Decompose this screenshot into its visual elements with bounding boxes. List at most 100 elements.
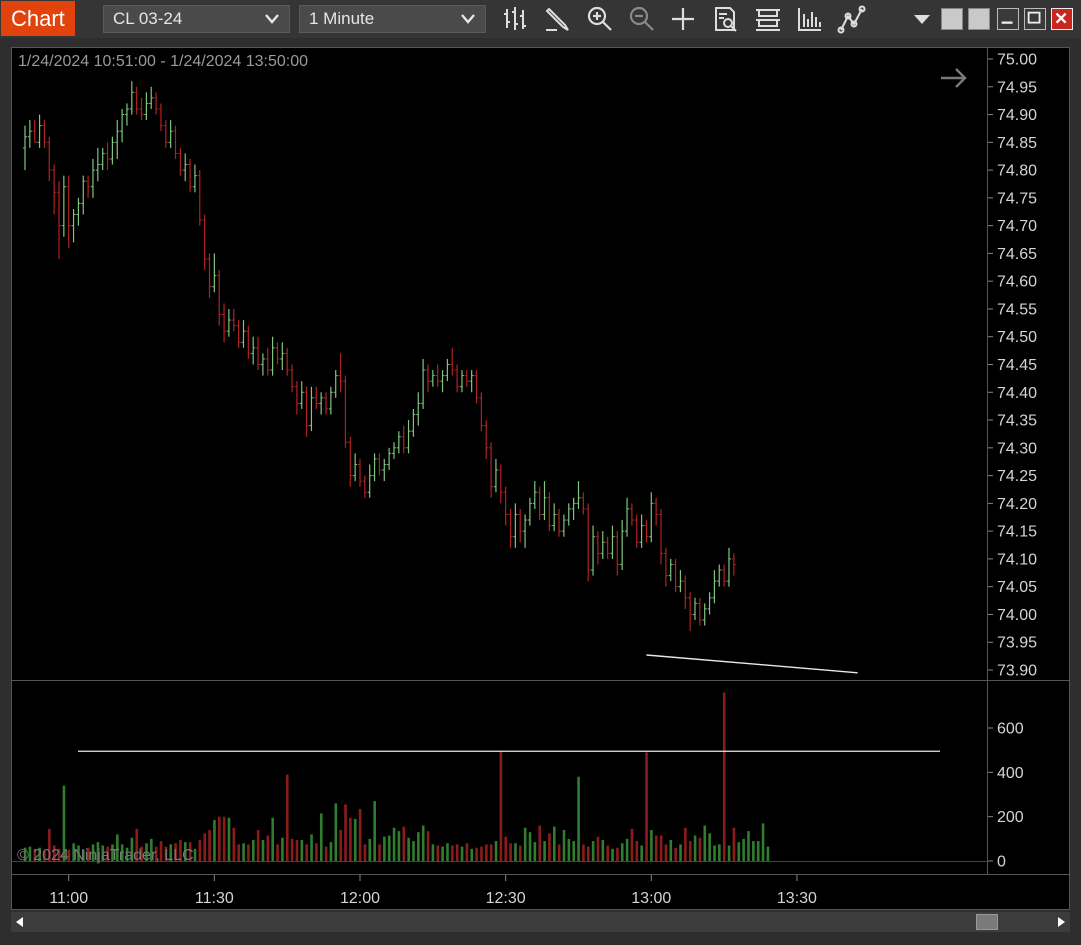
price-bar (256, 336, 261, 371)
volume-bar (718, 844, 721, 861)
price-bar (591, 525, 596, 576)
volume-bar (523, 827, 527, 861)
price-bar (450, 347, 455, 376)
volume-axis-label: 200 (997, 809, 1024, 826)
volume-bar (431, 844, 435, 861)
price-bar (265, 347, 270, 376)
volume-bar (271, 817, 275, 861)
price-bar (401, 425, 406, 454)
volume-bar (684, 827, 687, 861)
price-bar (76, 197, 81, 226)
price-bar (23, 125, 27, 171)
price-bar (697, 597, 702, 626)
price-bar (513, 503, 518, 548)
price-bar (168, 120, 173, 148)
price-bar (421, 358, 426, 409)
volume-bar (441, 846, 444, 861)
price-bar (241, 320, 246, 348)
time-axis-label: 12:30 (486, 890, 526, 907)
price-bar (61, 175, 66, 237)
price-bar (634, 514, 639, 548)
price-bar (197, 170, 202, 226)
volume-bar (247, 844, 250, 861)
volume-axis-label: 600 (997, 721, 1024, 738)
volume-bar (620, 843, 624, 861)
volume-bar (315, 843, 318, 861)
price-bar (649, 492, 654, 543)
volume-bar (300, 839, 304, 861)
price-bar (154, 92, 159, 115)
price-bar (183, 153, 188, 182)
price-bar (178, 147, 183, 176)
price-bar (503, 486, 508, 526)
price-bar (319, 392, 324, 415)
price-bar (27, 120, 32, 148)
scroll-right-icon[interactable] (1054, 915, 1068, 929)
volume-bar (305, 844, 308, 861)
price-bar (610, 525, 615, 559)
price-bar (314, 386, 319, 409)
volume-bar (417, 832, 420, 861)
price-bar (440, 370, 445, 393)
price-bar (566, 503, 571, 526)
price-bar (688, 592, 693, 632)
price-axis-label: 73.90 (997, 663, 1037, 680)
volume-bar (650, 829, 653, 861)
price-bar (290, 364, 295, 393)
price-bar (547, 492, 552, 532)
price-bar (683, 575, 688, 609)
horizontal-scrollbar[interactable] (11, 912, 1070, 932)
price-bar (338, 353, 343, 393)
volume-bar (761, 823, 765, 861)
volume-bar (281, 837, 284, 861)
price-bar (557, 508, 562, 537)
volume-bar (713, 845, 716, 861)
price-bar (387, 447, 392, 471)
price-axis-label: 74.30 (997, 440, 1037, 457)
price-bar (615, 531, 620, 576)
price-bar (251, 336, 256, 365)
price-bar (707, 592, 712, 615)
volume-bar (625, 838, 629, 861)
price-bar (56, 181, 61, 259)
volume-bar (242, 843, 245, 861)
volume-bar (358, 808, 362, 861)
price-bar (406, 420, 411, 454)
volume-bar (645, 752, 648, 861)
price-axis-label: 73.95 (997, 635, 1037, 652)
price-axis-label: 74.80 (997, 163, 1037, 180)
price-bar (581, 492, 586, 515)
volume-bar (421, 825, 425, 861)
volume-bar (218, 816, 221, 861)
price-bar (362, 475, 367, 498)
price-bar (731, 553, 736, 576)
price-axis-label: 74.95 (997, 79, 1037, 96)
volume-bar (339, 829, 342, 861)
price-bar (537, 486, 542, 521)
price-bar (299, 381, 304, 409)
volume-bar (412, 841, 415, 861)
volume-axis-label: 0 (997, 854, 1006, 871)
price-bar (600, 531, 605, 559)
price-bar (115, 120, 120, 159)
volume-bar (329, 842, 333, 861)
volume-bar (679, 844, 682, 861)
volume-bar (451, 845, 454, 861)
price-bar (663, 547, 668, 587)
price-bar (717, 564, 722, 587)
price-bar (217, 270, 222, 326)
scroll-to-latest-arrow-icon[interactable] (938, 64, 970, 92)
volume-bar (693, 835, 697, 861)
volume-bar (198, 839, 202, 861)
price-bar (110, 136, 115, 165)
volume-bar (572, 841, 576, 861)
volume-bar (654, 835, 658, 861)
volume-bar (577, 776, 580, 861)
volume-bar (251, 839, 255, 861)
scroll-left-icon[interactable] (13, 915, 27, 929)
scrollbar-thumb[interactable] (976, 914, 998, 930)
volume-bar (470, 848, 474, 861)
date-range-label: 1/24/2024 10:51:00 - 1/24/2024 13:50:00 (18, 53, 309, 70)
price-bar (163, 120, 168, 148)
volume-bar (698, 837, 702, 861)
